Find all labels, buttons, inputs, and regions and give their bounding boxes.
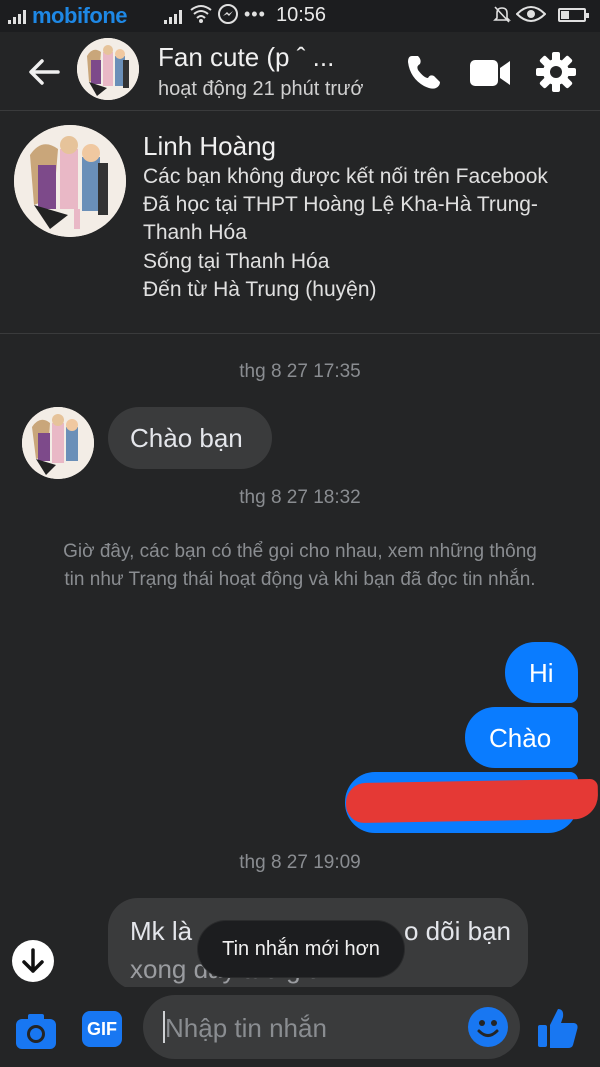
status-bar: mobifone ••• 10:56 — [0, 0, 600, 32]
message-input[interactable]: Nhập tin nhắn — [143, 995, 520, 1059]
profile-school-cont: Thanh Hóa — [143, 221, 247, 244]
signal-icon — [8, 8, 26, 24]
mute-icon — [492, 4, 512, 29]
timestamp: thg 8 27 17:35 — [239, 361, 361, 382]
back-arrow-icon[interactable] — [24, 52, 64, 92]
profile-name: Linh Hoàng — [143, 131, 276, 161]
profile-card: Linh Hoàng Các bạn không được kết nối tr… — [0, 111, 600, 334]
outgoing-message[interactable]: Hi — [505, 642, 578, 703]
thumbs-up-icon[interactable] — [536, 1005, 580, 1049]
arrow-down-icon — [22, 948, 44, 973]
gear-icon[interactable] — [534, 50, 578, 94]
profile-lives-in: Sống tại Thanh Hóa — [143, 250, 330, 273]
timestamp: thg 8 27 19:09 — [239, 852, 361, 873]
message-composer: GIF Nhập tin nhắn — [0, 987, 600, 1067]
message-placeholder: Nhập tin nhắn — [165, 1013, 327, 1043]
timestamp: thg 8 27 18:32 — [239, 487, 361, 508]
signal-icon-2 — [164, 8, 182, 24]
wifi-icon — [190, 4, 212, 29]
video-camera-icon[interactable] — [468, 50, 512, 94]
newer-messages-toast[interactable]: Tin nhắn mới hơn — [198, 921, 404, 977]
message-text: Chào bạn — [130, 423, 243, 453]
sender-avatar[interactable] — [22, 407, 94, 479]
profile-picture[interactable] — [14, 125, 126, 237]
message-text: Hi — [529, 658, 554, 688]
conversation-title[interactable]: Fan cute (p ˆ ... — [158, 42, 334, 73]
scroll-down-button[interactable] — [12, 940, 54, 982]
camera-icon[interactable] — [14, 1009, 58, 1053]
emoji-icon[interactable] — [468, 1007, 508, 1047]
battery-icon — [558, 8, 589, 22]
outgoing-message[interactable]: Chào — [465, 707, 578, 768]
phone-icon[interactable] — [402, 50, 446, 94]
active-status: hoạt động 21 phút trướ — [158, 78, 364, 100]
carrier-name: mobifone — [32, 3, 128, 28]
redaction-scribble — [345, 778, 599, 824]
eye-icon — [515, 4, 547, 29]
gif-button[interactable]: GIF — [82, 1011, 122, 1047]
contact-avatar[interactable] — [77, 38, 139, 100]
clock: 10:56 — [276, 4, 327, 26]
messenger-icon — [218, 4, 238, 29]
incoming-message[interactable]: Chào bạn — [108, 407, 272, 469]
message-text-right: o dõi bạn — [404, 916, 511, 946]
message-text-left: Mk là — [130, 916, 193, 946]
profile-from: Đến từ Hà Trung (huyện) — [143, 278, 377, 301]
conversation-header: Fan cute (p ˆ ... hoạt động 21 phút trướ — [0, 32, 600, 111]
message-text: Chào — [489, 723, 552, 753]
profile-school: Đã học tại THPT Hoàng Lệ Kha-Hà Trung- — [143, 193, 538, 216]
system-message: Giờ đây, các bạn có thể gọi cho nhau, xe… — [63, 541, 537, 590]
profile-connection: Các bạn không được kết nối trên Facebook — [143, 165, 548, 188]
more-icon: ••• — [244, 4, 266, 24]
